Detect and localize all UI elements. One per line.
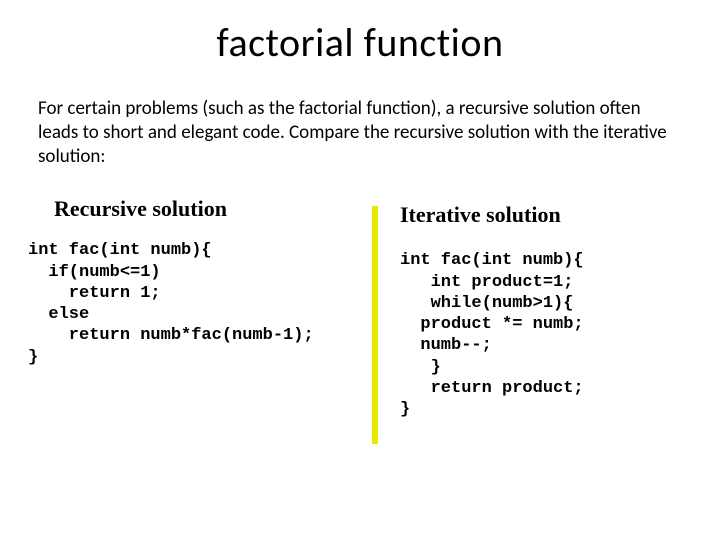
heading-iterative: Iterative solution <box>400 202 720 228</box>
code-iterative: int fac(int numb){ int product=1; while(… <box>400 250 720 420</box>
heading-recursive: Recursive solution <box>54 196 372 222</box>
column-recursive: Recursive solution int fac(int numb){ if… <box>0 196 372 444</box>
column-iterative: Iterative solution int fac(int numb){ in… <box>378 196 720 444</box>
two-column-layout: Recursive solution int fac(int numb){ if… <box>0 196 720 444</box>
intro-paragraph: For certain problems (such as the factor… <box>38 97 682 168</box>
code-recursive: int fac(int numb){ if(numb<=1) return 1;… <box>28 240 372 368</box>
slide-title: factorial function <box>0 18 720 67</box>
